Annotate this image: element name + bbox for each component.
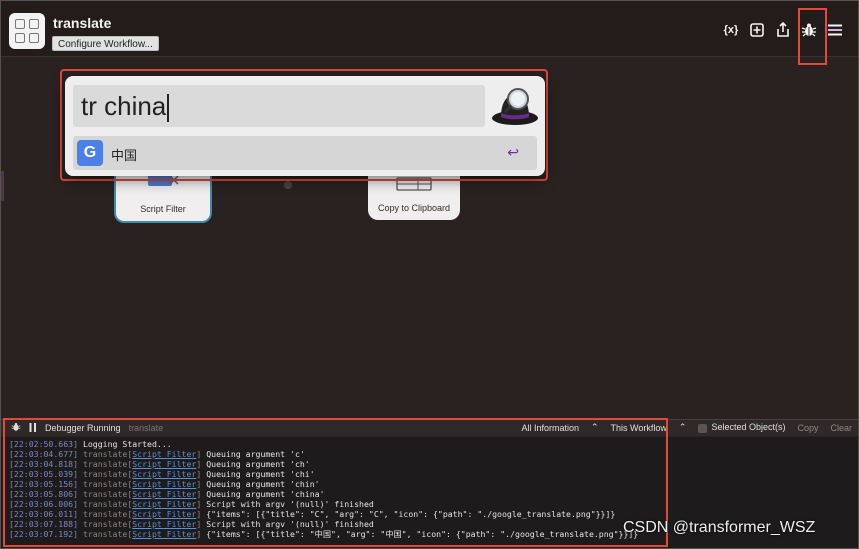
- log-line: [22:03:05.039] translate[Script Filter] …: [9, 469, 858, 479]
- copy-to-clipboard-label: Copy to Clipboard: [377, 203, 451, 213]
- log-timestamp: [22:03:05.806]: [9, 489, 79, 499]
- alfred-result-item[interactable]: G 中国 ↩: [73, 136, 537, 170]
- debugger-workflow-name: translate: [128, 423, 164, 433]
- alfred-hat-icon: [492, 88, 538, 125]
- log-message: {"items": [{"title": "中国", "arg": "中国", …: [206, 529, 639, 539]
- log-line: [22:03:05.806] translate[Script Filter] …: [9, 489, 858, 499]
- bug-small-icon[interactable]: [11, 422, 21, 434]
- log-object-link[interactable]: Script Filter: [132, 479, 196, 489]
- share-icon[interactable]: [774, 21, 792, 39]
- pause-icon[interactable]: [29, 422, 37, 434]
- log-timestamp: [22:03:06.006]: [9, 499, 79, 509]
- log-timestamp: [22:03:06.011]: [9, 509, 79, 519]
- log-timestamp: [22:03:07.192]: [9, 529, 79, 539]
- log-object-link[interactable]: Script Filter: [132, 469, 196, 479]
- log-level-value: All Information: [521, 422, 579, 433]
- log-source-close: ]: [196, 509, 202, 519]
- log-source: translate[: [82, 459, 133, 469]
- log-source-close: ]: [196, 489, 202, 499]
- workflow-title: translate: [53, 15, 112, 31]
- log-source: translate[: [82, 489, 133, 499]
- selected-objects-checkbox[interactable]: Selected Object(s): [698, 422, 786, 433]
- result-title: 中国: [111, 148, 138, 163]
- configure-workflow-button[interactable]: Configure Workflow...: [52, 36, 159, 51]
- log-object-link[interactable]: Script Filter: [132, 519, 196, 529]
- log-source-close: ]: [196, 499, 202, 509]
- query-text: tr china: [81, 91, 167, 121]
- script-filter-node[interactable]: Script Filter: [114, 172, 212, 223]
- watermark: CSDN @transformer_WSZ: [623, 519, 816, 536]
- log-object-link[interactable]: Script Filter: [132, 529, 196, 539]
- log-source-close: ]: [196, 519, 202, 529]
- log-timestamp: [22:03:04.677]: [9, 449, 79, 459]
- log-line: [22:03:04.677] translate[Script Filter] …: [9, 449, 858, 459]
- log-source: translate[: [82, 479, 133, 489]
- log-message: Queuing argument 'china': [206, 489, 325, 499]
- workflow-header: translate Configure Workflow... {x}: [1, 1, 858, 57]
- log-object-link[interactable]: Script Filter: [132, 449, 196, 459]
- log-object-link[interactable]: Script Filter: [132, 509, 196, 519]
- log-message: Queuing argument 'ch': [206, 459, 310, 469]
- clear-button[interactable]: Clear: [830, 423, 852, 433]
- log-message: Queuing argument 'chin': [206, 479, 320, 489]
- log-timestamp: [22:03:05.156]: [9, 479, 79, 489]
- script-filter-label: Script Filter: [140, 204, 186, 214]
- log-source-close: ]: [196, 529, 202, 539]
- log-source-close: ]: [196, 469, 202, 479]
- alfred-preferences-window: translate Configure Workflow... {x} Scri…: [0, 0, 859, 549]
- scope-value: This Workflow: [610, 422, 667, 433]
- debugger-status: Debugger Running: [45, 423, 121, 433]
- log-source: translate[: [82, 449, 133, 459]
- alfred-search-window: tr china G 中国 ↩: [65, 76, 545, 176]
- selected-objects-label: Selected Object(s): [711, 422, 786, 433]
- log-message: Logging Started...: [82, 439, 172, 449]
- alfred-query-input[interactable]: tr china: [73, 85, 485, 127]
- add-icon[interactable]: [748, 21, 766, 39]
- google-translate-icon: G: [77, 140, 103, 166]
- log-message: Queuing argument 'chi': [206, 469, 315, 479]
- text-caret: [167, 94, 169, 123]
- log-line: [22:03:04.818] translate[Script Filter] …: [9, 459, 858, 469]
- log-level-select[interactable]: All Information: [521, 423, 579, 433]
- log-line: [22:03:06.006] translate[Script Filter] …: [9, 499, 858, 509]
- log-level-stepper-icon[interactable]: ⌃: [591, 422, 599, 433]
- log-source: translate[: [82, 529, 133, 539]
- log-timestamp: [22:03:07.188]: [9, 519, 79, 529]
- log-source: translate[: [82, 519, 133, 529]
- log-source-close: ]: [196, 479, 202, 489]
- log-line: [22:03:05.156] translate[Script Filter] …: [9, 479, 858, 489]
- workflow-icon[interactable]: [9, 13, 45, 49]
- log-timestamp: [22:03:04.818]: [9, 459, 79, 469]
- log-source: translate[: [82, 509, 133, 519]
- checkbox-box: [698, 423, 708, 433]
- scope-select[interactable]: This Workflow: [611, 423, 667, 433]
- log-source-close: ]: [196, 449, 202, 459]
- header-toolbar: {x}: [722, 21, 844, 39]
- log-source: translate[: [82, 469, 133, 479]
- log-message: {"items": [{"title": "C", "arg": "C", "i…: [206, 509, 616, 519]
- log-line: [22:03:06.011] translate[Script Filter] …: [9, 509, 858, 519]
- log-timestamp: [22:02:50.663]: [9, 439, 79, 449]
- variables-icon[interactable]: {x}: [722, 21, 740, 39]
- log-timestamp: [22:03:05.039]: [9, 469, 79, 479]
- log-object-link[interactable]: Script Filter: [132, 459, 196, 469]
- copy-button[interactable]: Copy: [797, 423, 818, 433]
- return-key-icon: ↩: [507, 144, 519, 160]
- copy-to-clipboard-node[interactable]: Copy to Clipboard: [368, 176, 460, 220]
- log-line: [22:02:50.663] Logging Started...: [9, 439, 858, 449]
- log-source: translate[: [82, 499, 133, 509]
- log-source-close: ]: [196, 459, 202, 469]
- menu-icon[interactable]: [826, 21, 844, 39]
- connection-dot[interactable]: [284, 181, 292, 189]
- debugger-toolbar: Debugger Running translate All Informati…: [1, 419, 858, 436]
- log-message: Script with argv '(null)' finished: [206, 519, 374, 529]
- log-message: Script with argv '(null)' finished: [206, 499, 374, 509]
- log-object-link[interactable]: Script Filter: [132, 499, 196, 509]
- log-message: Queuing argument 'c': [206, 449, 305, 459]
- log-object-link[interactable]: Script Filter: [132, 489, 196, 499]
- scope-stepper-icon[interactable]: ⌃: [679, 422, 687, 433]
- bug-icon[interactable]: [800, 21, 818, 39]
